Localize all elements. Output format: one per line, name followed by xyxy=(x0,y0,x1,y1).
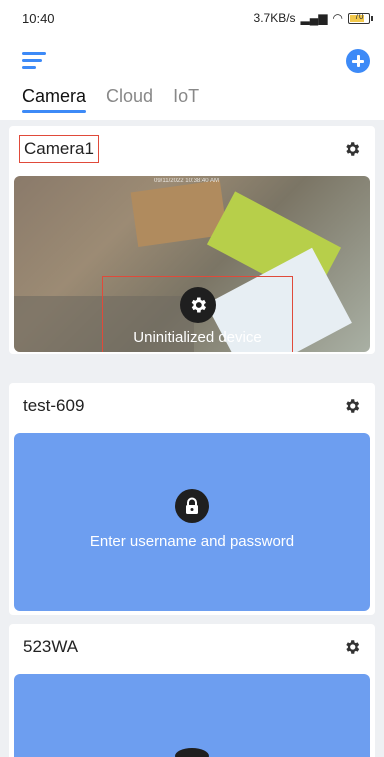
device-name: Camera1 xyxy=(19,135,99,163)
device-card-camera1[interactable]: Camera1 09/11/2022 10:38:40 AM Uninitial… xyxy=(9,126,375,354)
tab-cloud[interactable]: Cloud xyxy=(106,80,153,120)
status-bar: 10:40 3.7KB/s ▂▄▆ ◠ 70 xyxy=(0,0,384,36)
device-card-523wa[interactable]: 523WA xyxy=(9,624,375,757)
status-time: 10:40 xyxy=(22,10,55,26)
wifi-icon: ◠ xyxy=(332,11,343,25)
gear-icon[interactable] xyxy=(343,397,361,415)
device-status-text: Uninitialized device xyxy=(133,329,262,346)
network-speed: 3.7KB/s xyxy=(253,11,296,25)
status-icon xyxy=(175,748,209,757)
uninitialized-overlay[interactable]: Uninitialized device xyxy=(102,276,293,352)
signal-icon: ▂▄▆ xyxy=(300,11,328,25)
top-bar xyxy=(0,36,384,80)
device-tabs: Camera Cloud IoT xyxy=(0,80,384,120)
gear-icon[interactable] xyxy=(343,140,361,158)
device-status-text: Enter username and password xyxy=(89,532,295,550)
login-required-panel[interactable]: Enter username and password xyxy=(14,433,370,611)
preview-timestamp: 09/11/2022 10:38:40 AM xyxy=(154,178,219,184)
lock-icon xyxy=(175,488,209,523)
device-card-header: 523WA xyxy=(9,624,375,670)
gear-icon xyxy=(179,287,216,323)
device-card-header: Camera1 xyxy=(9,126,375,172)
battery-icon: 70 xyxy=(348,11,373,24)
camera-preview[interactable]: 09/11/2022 10:38:40 AM Uninitialized dev… xyxy=(14,176,370,352)
gear-icon[interactable] xyxy=(343,638,361,656)
device-name: test-609 xyxy=(23,396,85,415)
device-preview-panel[interactable] xyxy=(14,674,370,757)
add-device-icon[interactable] xyxy=(346,49,370,73)
battery-level: 70 xyxy=(354,11,364,21)
device-card-header: test-609 xyxy=(9,383,375,429)
tab-camera[interactable]: Camera xyxy=(22,80,87,120)
status-indicators: 3.7KB/s ▂▄▆ ◠ 70 xyxy=(253,11,373,25)
device-name: 523WA xyxy=(23,637,79,656)
device-card-test-609[interactable]: test-609 Enter username and password xyxy=(9,383,375,615)
tab-iot[interactable]: IoT xyxy=(173,80,199,120)
menu-icon[interactable] xyxy=(22,52,46,70)
